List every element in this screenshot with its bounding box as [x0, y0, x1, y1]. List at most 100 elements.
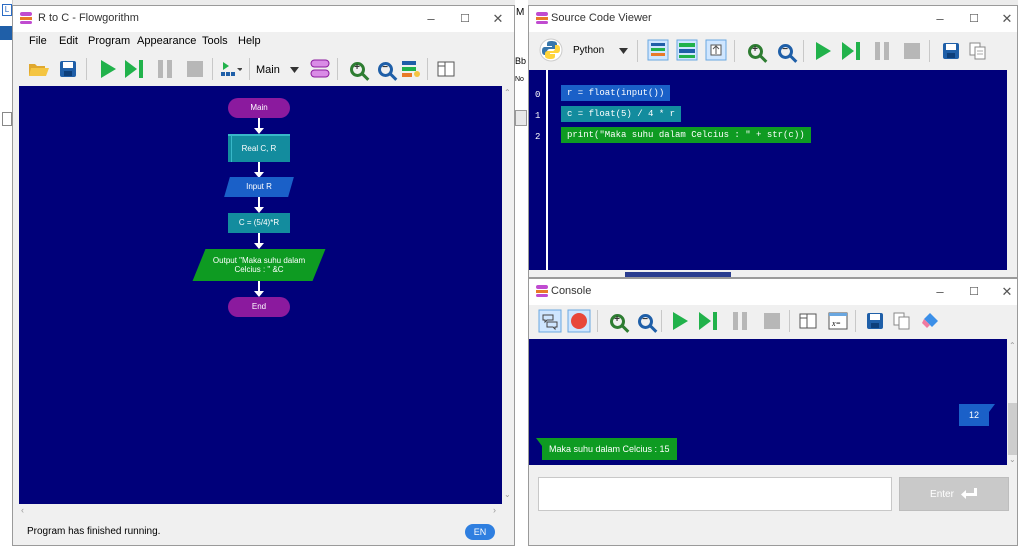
code-line[interactable]: r = float(input())	[561, 85, 671, 101]
toolbar-separator	[637, 40, 638, 62]
record-icon[interactable]	[567, 309, 591, 333]
stop-icon[interactable]	[184, 58, 206, 80]
layout-windows-icon[interactable]	[435, 58, 457, 80]
language-select[interactable]: Python	[573, 45, 604, 56]
maximize-button[interactable]: ☐	[961, 283, 987, 301]
save-icon[interactable]	[57, 58, 79, 80]
menu-program[interactable]: Program	[88, 35, 130, 47]
flowchart-canvas[interactable]: Main Real C, R Input R C = (5/4)*R Outpu…	[19, 86, 502, 504]
zoom-out-icon[interactable]: −	[374, 58, 396, 80]
maximize-button[interactable]: ☐	[961, 10, 987, 28]
assign-shape[interactable]: C = (5/4)*R	[228, 213, 290, 233]
toolbar: + − x=	[529, 305, 1017, 339]
assign-shape-label: C = (5/4)*R	[238, 218, 280, 228]
code-line[interactable]: c = float(5) / 4 * r	[561, 106, 682, 122]
toolbar-separator	[789, 310, 790, 332]
stop-icon[interactable]	[901, 40, 923, 62]
zoom-out-icon[interactable]: −	[774, 40, 796, 62]
run-icon[interactable]	[97, 58, 119, 80]
horizontal-scrollbar[interactable]: ‹ ›	[19, 504, 502, 518]
menu-file[interactable]: File	[29, 35, 47, 47]
output-shape[interactable]: Output "Maka suhu dalam Celcius : " &C	[192, 249, 326, 281]
start-terminal[interactable]: Main	[228, 98, 290, 118]
vertical-scrollbar[interactable]: ⌃ ⌄	[502, 86, 514, 504]
chevron-down-icon[interactable]	[290, 67, 299, 73]
end-terminal-label: End	[251, 302, 267, 312]
scroll-right-icon[interactable]: ›	[493, 505, 496, 515]
close-button[interactable]: ✕	[485, 10, 511, 28]
save-icon[interactable]	[940, 40, 962, 62]
variable-x-icon[interactable]: x=	[827, 310, 849, 332]
minimize-button[interactable]: –	[418, 10, 444, 28]
run-icon[interactable]	[812, 40, 834, 62]
fit-icon[interactable]	[705, 39, 727, 61]
menu-edit[interactable]: Edit	[59, 35, 78, 47]
menu-bar: File Edit Program Appearance Tools Help	[13, 32, 514, 52]
scroll-left-icon[interactable]: ‹	[21, 505, 24, 515]
console-input-field[interactable]	[538, 477, 892, 511]
code-area[interactable]: 0 r = float(input()) 1 c = float(5) / 4 …	[529, 70, 1007, 277]
stop-icon[interactable]	[761, 310, 783, 332]
zoom-in-icon[interactable]: +	[744, 40, 766, 62]
zoom-in-icon[interactable]: +	[606, 310, 628, 332]
language-badge[interactable]: EN	[465, 524, 495, 540]
user-input-bubble: 12	[959, 404, 996, 426]
eraser-icon[interactable]	[919, 310, 941, 332]
close-button[interactable]: ✕	[994, 283, 1017, 301]
toolbar-separator	[427, 58, 428, 80]
gutter-divider	[546, 70, 548, 270]
bubble-tail	[536, 438, 542, 446]
variable-watch-icon[interactable]	[400, 58, 422, 80]
code-line[interactable]: print("Maka suhu dalam Celcius : " + str…	[561, 127, 811, 143]
maximize-button[interactable]: ☐	[452, 10, 478, 28]
enter-button-label: Enter	[930, 488, 954, 500]
background-box	[515, 110, 527, 126]
declare-shape[interactable]: Real C, R	[228, 134, 290, 162]
status-bar: Program has finished running. EN	[13, 519, 514, 545]
status-text: Program has finished running.	[27, 526, 161, 537]
scroll-up-icon[interactable]: ⌃	[1009, 341, 1016, 350]
highlight-icon[interactable]	[676, 39, 698, 61]
run-icon[interactable]	[669, 310, 691, 332]
pause-icon[interactable]	[729, 310, 751, 332]
flowgorithm-app-icon	[20, 12, 32, 24]
end-terminal[interactable]: End	[228, 297, 290, 317]
minimize-button[interactable]: –	[927, 10, 953, 28]
open-folder-icon[interactable]	[28, 58, 50, 80]
function-manager-icon[interactable]	[309, 58, 331, 80]
enter-button[interactable]: Enter	[899, 477, 1009, 511]
menu-appearance[interactable]: Appearance	[137, 35, 196, 47]
input-shape[interactable]: Input R	[224, 177, 294, 197]
vertical-scrollbar[interactable]	[1007, 70, 1017, 270]
step-icon[interactable]	[697, 310, 719, 332]
pause-icon[interactable]	[871, 40, 893, 62]
vertical-scrollbar[interactable]: ⌃ ⌄	[1007, 339, 1017, 465]
output-bubble: Maka suhu dalam Celcius : 15	[536, 438, 677, 460]
minimize-button[interactable]: –	[927, 283, 953, 301]
save-icon[interactable]	[864, 310, 886, 332]
layout-windows-icon[interactable]	[797, 310, 819, 332]
step-icon[interactable]	[123, 58, 145, 80]
close-button[interactable]: ✕	[994, 10, 1017, 28]
step-icon[interactable]	[840, 40, 862, 62]
scroll-down-icon[interactable]: ⌄	[1009, 455, 1016, 464]
scroll-down-icon[interactable]: ⌄	[504, 490, 511, 499]
speed-icon[interactable]	[220, 58, 242, 80]
copy-icon[interactable]	[891, 310, 913, 332]
zoom-in-icon[interactable]: +	[346, 58, 368, 80]
console-output-area[interactable]: 12 Maka suhu dalam Celcius : 15	[529, 339, 1007, 465]
menu-tools[interactable]: Tools	[202, 35, 228, 47]
zoom-out-icon[interactable]: −	[634, 310, 656, 332]
scroll-thumb[interactable]	[1008, 403, 1017, 455]
function-select[interactable]: Main	[256, 64, 280, 76]
copy-icon[interactable]	[967, 40, 989, 62]
window-title: Console	[551, 285, 592, 297]
line-numbers-icon[interactable]	[647, 39, 669, 61]
chevron-down-icon[interactable]	[619, 48, 628, 54]
menu-help[interactable]: Help	[238, 35, 261, 47]
pause-icon[interactable]	[154, 58, 176, 80]
chat-layout-icon[interactable]	[538, 309, 562, 333]
scroll-up-icon[interactable]: ⌃	[504, 88, 511, 97]
background-bb: Bb	[515, 56, 527, 66]
python-logo-icon[interactable]	[539, 38, 563, 62]
